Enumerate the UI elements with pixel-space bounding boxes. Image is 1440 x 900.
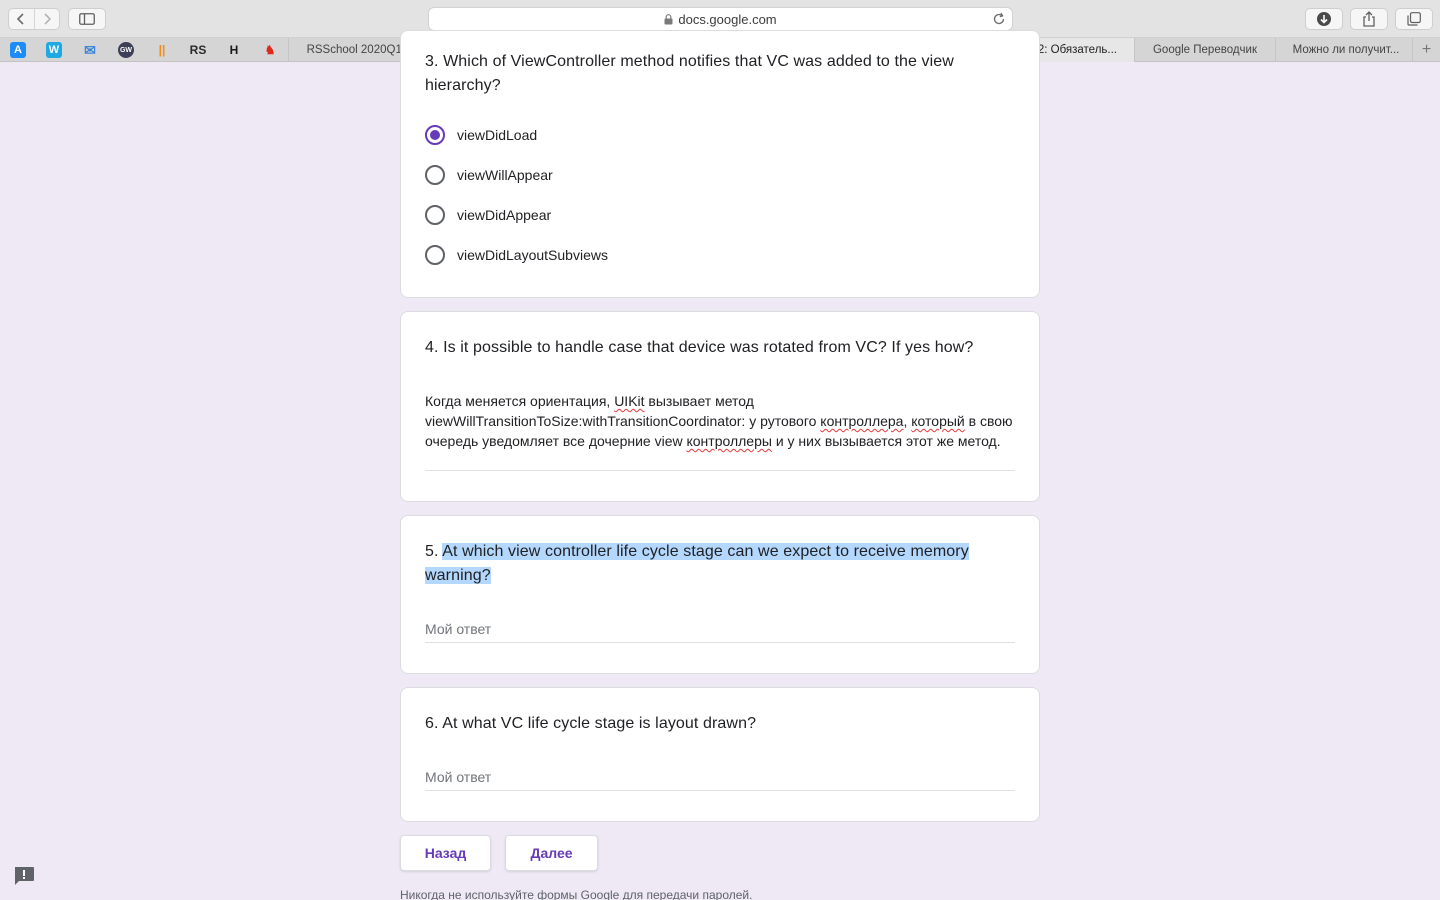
- question-card-4: 4. Is it possible to handle case that de…: [400, 311, 1040, 502]
- radio-button[interactable]: [425, 205, 445, 225]
- misspelled-word: UIKit: [614, 393, 645, 409]
- forward-icon[interactable]: [33, 9, 59, 29]
- app-store-icon[interactable]: A: [0, 38, 36, 62]
- browser-tab[interactable]: Можно ли получит...: [1275, 38, 1416, 62]
- question-5-selected-text: At which view controller life cycle stag…: [425, 543, 969, 584]
- new-tab-icon[interactable]: +: [1412, 38, 1440, 62]
- radio-option-label: viewDidLoad: [457, 127, 538, 143]
- address-bar[interactable]: docs.google.com: [428, 7, 1013, 31]
- back-button[interactable]: Назад: [400, 835, 491, 871]
- favorite-glyph: GW: [118, 42, 134, 58]
- radio-option-label: viewDidAppear: [457, 207, 552, 223]
- radio-option[interactable]: viewWillAppear: [425, 163, 553, 187]
- misspelled-word: который: [911, 413, 965, 429]
- question-5-answer-input[interactable]: Мой ответ: [425, 621, 491, 637]
- h-icon[interactable]: H: [216, 38, 252, 62]
- password-warning: Никогда не используйте формы Google для …: [400, 888, 753, 900]
- question-4-title: 4. Is it possible to handle case that de…: [425, 339, 974, 356]
- navigation-buttons: [8, 8, 60, 30]
- radio-option[interactable]: viewDidLayoutSubviews: [425, 243, 608, 267]
- favorite-glyph: A: [10, 42, 26, 58]
- lock-icon: [664, 13, 673, 25]
- radio-option[interactable]: viewDidAppear: [425, 203, 551, 227]
- report-problem-icon[interactable]: [12, 866, 36, 886]
- radio-button[interactable]: [425, 125, 445, 145]
- question-4-answer[interactable]: Когда меняется ориентация, UIKit вызывае…: [425, 391, 1015, 451]
- question-5-number: 5.: [425, 543, 439, 560]
- radio-option-label: viewDidLayoutSubviews: [457, 247, 608, 263]
- question-6-answer-input[interactable]: Мой ответ: [425, 769, 491, 785]
- answer-underline: [425, 790, 1015, 791]
- mail-icon[interactable]: ✉: [72, 38, 108, 62]
- question-3-title: 3. Which of ViewController method notifi…: [425, 53, 954, 94]
- share-icon[interactable]: [1350, 8, 1388, 30]
- favorites-bar: A W ✉ GW || RS H ♞: [0, 38, 288, 62]
- rs-icon[interactable]: RS: [180, 38, 216, 62]
- sidebar-toggle-icon[interactable]: [68, 8, 106, 30]
- favorite-glyph: ||: [158, 43, 166, 57]
- radio-button[interactable]: [425, 165, 445, 185]
- gw-icon[interactable]: GW: [108, 38, 144, 62]
- next-button[interactable]: Далее: [505, 835, 598, 871]
- browser-tab[interactable]: Google Переводчик: [1134, 38, 1275, 62]
- bars-icon[interactable]: ||: [144, 38, 180, 62]
- radio-button[interactable]: [425, 245, 445, 265]
- favorite-glyph: ♞: [264, 43, 276, 57]
- reload-icon[interactable]: [992, 12, 1006, 26]
- answer-underline: [425, 470, 1015, 471]
- question-card-5: 5. At which view controller life cycle s…: [400, 515, 1040, 674]
- radio-option[interactable]: viewDidLoad: [425, 123, 537, 147]
- favorite-glyph: H: [229, 43, 239, 57]
- favorite-glyph: RS: [189, 43, 207, 57]
- question-6-title: 6. At what VC life cycle stage is layout…: [425, 715, 757, 732]
- misspelled-word: контроллера: [820, 413, 904, 429]
- back-icon[interactable]: [9, 9, 34, 29]
- favorite-glyph: W: [46, 42, 62, 58]
- address-url: docs.google.com: [678, 11, 777, 27]
- tab-overview-icon[interactable]: [1395, 8, 1433, 30]
- red-cat-icon[interactable]: ♞: [252, 38, 288, 62]
- answer-underline: [425, 642, 1015, 643]
- radio-option-label: viewWillAppear: [457, 167, 553, 183]
- answer-text-segment: Когда меняется ориентация,: [425, 393, 615, 409]
- misspelled-word: контроллеры: [686, 433, 772, 449]
- answer-text-segment: и у них вызывается этот же метод.: [771, 433, 1001, 449]
- question-card-3: 3. Which of ViewController method notifi…: [400, 30, 1040, 298]
- w-app-icon[interactable]: W: [36, 38, 72, 62]
- question-card-6: 6. At what VC life cycle stage is layout…: [400, 687, 1040, 822]
- question-5-title: 5. At which view controller life cycle s…: [425, 540, 1015, 588]
- favorite-glyph: ✉: [84, 41, 96, 58]
- downloads-icon[interactable]: [1305, 8, 1343, 30]
